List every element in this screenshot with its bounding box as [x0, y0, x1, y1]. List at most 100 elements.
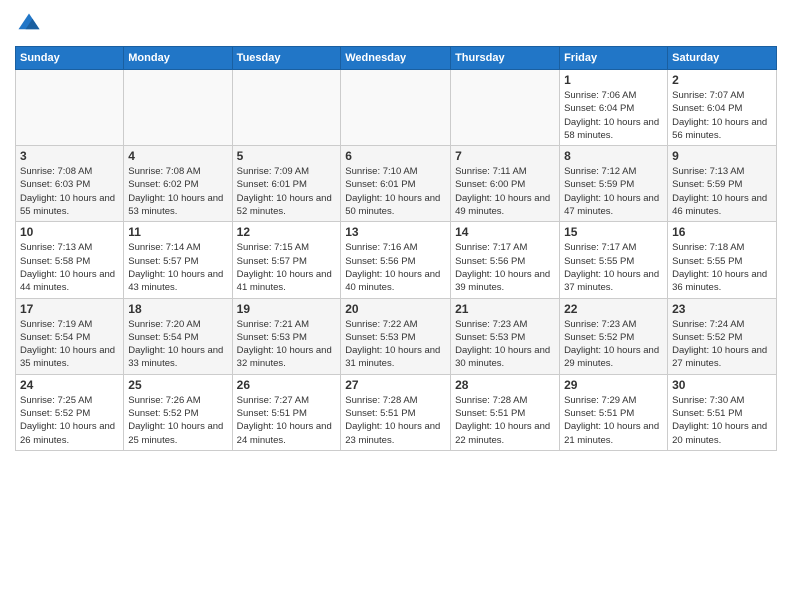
day-number: 22 [564, 302, 663, 316]
day-number: 4 [128, 149, 227, 163]
day-number: 26 [237, 378, 337, 392]
day-of-week-thursday: Thursday [451, 47, 560, 70]
calendar-table: SundayMondayTuesdayWednesdayThursdayFrid… [15, 46, 777, 451]
day-info: Sunrise: 7:16 AM Sunset: 5:56 PM Dayligh… [345, 241, 446, 294]
day-number: 6 [345, 149, 446, 163]
calendar-cell [16, 70, 124, 146]
day-of-week-tuesday: Tuesday [232, 47, 341, 70]
calendar-cell: 22Sunrise: 7:23 AM Sunset: 5:52 PM Dayli… [560, 298, 668, 374]
day-number: 9 [672, 149, 772, 163]
day-number: 16 [672, 225, 772, 239]
calendar-cell: 21 Sunrise: 7:23 AM Sunset: 5:53 PM Dayli… [451, 298, 560, 374]
day-number: 28 [455, 378, 555, 392]
calendar-cell: 3 Sunrise: 7:08 AM Sunset: 6:03 PM Daylig… [16, 146, 124, 222]
day-number: 15 [564, 225, 663, 239]
day-info: Sunrise: 7:07 AM Sunset: 6:04 PM Dayligh… [672, 89, 772, 142]
day-info: Sunrise: 7:13 AM Sunset: 5:58 PM Dayligh… [20, 241, 119, 294]
day-number: 17 [20, 302, 119, 316]
day-of-week-saturday: Saturday [668, 47, 777, 70]
calendar-cell: 12 Sunrise: 7:15 AM Sunset: 5:57 PM Dayli… [232, 222, 341, 298]
day-info: Sunrise: 7:21 AM Sunset: 5:53 PM Dayligh… [237, 318, 337, 371]
day-info: Sunrise: 7:28 AM Sunset: 5:51 PM Dayligh… [345, 394, 446, 447]
day-number: 3 [20, 149, 119, 163]
calendar-cell: 13Sunrise: 7:16 AM Sunset: 5:56 PM Dayli… [341, 222, 451, 298]
day-info: Sunrise: 7:09 AM Sunset: 6:01 PM Dayligh… [237, 165, 337, 218]
day-info: Sunrise: 7:08 AM Sunset: 6:03 PM Dayligh… [20, 165, 119, 218]
day-info: Sunrise: 7:27 AM Sunset: 5:51 PM Dayligh… [237, 394, 337, 447]
calendar-cell: 17 Sunrise: 7:19 AM Sunset: 5:54 PM Dayli… [16, 298, 124, 374]
day-number: 27 [345, 378, 446, 392]
week-row-2: 3 Sunrise: 7:08 AM Sunset: 6:03 PM Daylig… [16, 146, 777, 222]
day-number: 14 [455, 225, 555, 239]
calendar-cell: 23Sunrise: 7:24 AM Sunset: 5:52 PM Dayli… [668, 298, 777, 374]
day-number: 20 [345, 302, 446, 316]
day-info: Sunrise: 7:25 AM Sunset: 5:52 PM Dayligh… [20, 394, 119, 447]
calendar-cell: 5Sunrise: 7:09 AM Sunset: 6:01 PM Daylig… [232, 146, 341, 222]
logo [15, 10, 47, 38]
day-number: 30 [672, 378, 772, 392]
day-info: Sunrise: 7:26 AM Sunset: 5:52 PM Dayligh… [128, 394, 227, 447]
day-info: Sunrise: 7:06 AM Sunset: 6:04 PM Dayligh… [564, 89, 663, 142]
day-info: Sunrise: 7:10 AM Sunset: 6:01 PM Dayligh… [345, 165, 446, 218]
calendar-cell: 15Sunrise: 7:17 AM Sunset: 5:55 PM Dayli… [560, 222, 668, 298]
calendar-header: SundayMondayTuesdayWednesdayThursdayFrid… [16, 47, 777, 70]
calendar-cell: 7 Sunrise: 7:11 AM Sunset: 6:00 PM Daylig… [451, 146, 560, 222]
day-info: Sunrise: 7:14 AM Sunset: 5:57 PM Dayligh… [128, 241, 227, 294]
calendar-cell: 4Sunrise: 7:08 AM Sunset: 6:02 PM Daylig… [124, 146, 232, 222]
day-number: 11 [128, 225, 227, 239]
day-of-week-sunday: Sunday [16, 47, 124, 70]
day-info: Sunrise: 7:19 AM Sunset: 5:54 PM Dayligh… [20, 318, 119, 371]
calendar-cell: 19 Sunrise: 7:21 AM Sunset: 5:53 PM Dayli… [232, 298, 341, 374]
days-of-week-row: SundayMondayTuesdayWednesdayThursdayFrid… [16, 47, 777, 70]
week-row-5: 24Sunrise: 7:25 AM Sunset: 5:52 PM Dayli… [16, 374, 777, 450]
day-number: 7 [455, 149, 555, 163]
day-number: 21 [455, 302, 555, 316]
calendar-cell: 14 Sunrise: 7:17 AM Sunset: 5:56 PM Dayli… [451, 222, 560, 298]
day-info: Sunrise: 7:30 AM Sunset: 5:51 PM Dayligh… [672, 394, 772, 447]
day-number: 12 [237, 225, 337, 239]
calendar-cell: 28 Sunrise: 7:28 AM Sunset: 5:51 PM Dayli… [451, 374, 560, 450]
day-number: 23 [672, 302, 772, 316]
calendar-cell: 9 Sunrise: 7:13 AM Sunset: 5:59 PM Daylig… [668, 146, 777, 222]
day-number: 25 [128, 378, 227, 392]
calendar-cell [451, 70, 560, 146]
calendar-cell: 18 Sunrise: 7:20 AM Sunset: 5:54 PM Dayli… [124, 298, 232, 374]
day-of-week-wednesday: Wednesday [341, 47, 451, 70]
day-number: 29 [564, 378, 663, 392]
day-info: Sunrise: 7:23 AM Sunset: 5:53 PM Dayligh… [455, 318, 555, 371]
day-number: 19 [237, 302, 337, 316]
calendar-cell [124, 70, 232, 146]
page: SundayMondayTuesdayWednesdayThursdayFrid… [0, 0, 792, 612]
day-info: Sunrise: 7:28 AM Sunset: 5:51 PM Dayligh… [455, 394, 555, 447]
week-row-1: 1 Sunrise: 7:06 AM Sunset: 6:04 PM Daylig… [16, 70, 777, 146]
week-row-4: 17 Sunrise: 7:19 AM Sunset: 5:54 PM Dayli… [16, 298, 777, 374]
calendar-cell: 20Sunrise: 7:22 AM Sunset: 5:53 PM Dayli… [341, 298, 451, 374]
calendar-cell: 6 Sunrise: 7:10 AM Sunset: 6:01 PM Daylig… [341, 146, 451, 222]
header [15, 10, 777, 38]
calendar-cell: 10 Sunrise: 7:13 AM Sunset: 5:58 PM Dayli… [16, 222, 124, 298]
day-info: Sunrise: 7:13 AM Sunset: 5:59 PM Dayligh… [672, 165, 772, 218]
calendar-cell [341, 70, 451, 146]
day-info: Sunrise: 7:17 AM Sunset: 5:56 PM Dayligh… [455, 241, 555, 294]
day-number: 2 [672, 73, 772, 87]
day-info: Sunrise: 7:12 AM Sunset: 5:59 PM Dayligh… [564, 165, 663, 218]
calendar-cell: 26 Sunrise: 7:27 AM Sunset: 5:51 PM Dayli… [232, 374, 341, 450]
calendar-cell: 24Sunrise: 7:25 AM Sunset: 5:52 PM Dayli… [16, 374, 124, 450]
day-info: Sunrise: 7:20 AM Sunset: 5:54 PM Dayligh… [128, 318, 227, 371]
logo-icon [15, 10, 43, 38]
week-row-3: 10 Sunrise: 7:13 AM Sunset: 5:58 PM Dayli… [16, 222, 777, 298]
calendar-cell: 16 Sunrise: 7:18 AM Sunset: 5:55 PM Dayli… [668, 222, 777, 298]
day-number: 10 [20, 225, 119, 239]
calendar-cell: 29Sunrise: 7:29 AM Sunset: 5:51 PM Dayli… [560, 374, 668, 450]
day-number: 1 [564, 73, 663, 87]
calendar-cell: 25 Sunrise: 7:26 AM Sunset: 5:52 PM Dayli… [124, 374, 232, 450]
day-info: Sunrise: 7:18 AM Sunset: 5:55 PM Dayligh… [672, 241, 772, 294]
calendar-cell: 30 Sunrise: 7:30 AM Sunset: 5:51 PM Dayli… [668, 374, 777, 450]
day-of-week-monday: Monday [124, 47, 232, 70]
day-info: Sunrise: 7:15 AM Sunset: 5:57 PM Dayligh… [237, 241, 337, 294]
day-of-week-friday: Friday [560, 47, 668, 70]
calendar-cell: 27 Sunrise: 7:28 AM Sunset: 5:51 PM Dayli… [341, 374, 451, 450]
calendar-cell: 8Sunrise: 7:12 AM Sunset: 5:59 PM Daylig… [560, 146, 668, 222]
day-info: Sunrise: 7:11 AM Sunset: 6:00 PM Dayligh… [455, 165, 555, 218]
day-number: 18 [128, 302, 227, 316]
